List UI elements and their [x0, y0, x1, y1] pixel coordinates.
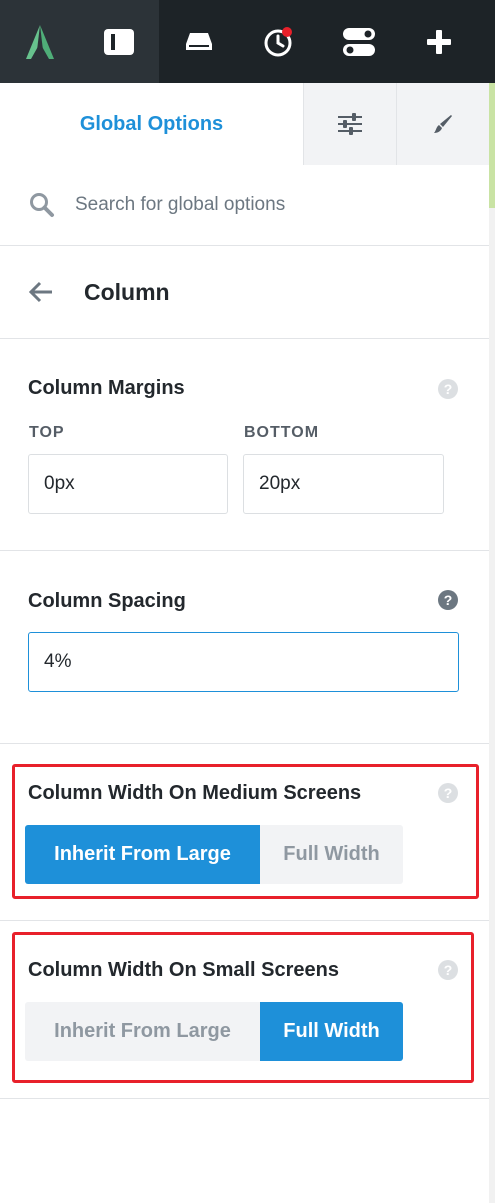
scrollbar-track[interactable]	[489, 83, 495, 1203]
column-margins-section: Column Margins ? TOP BOTTOM 0px 20px	[0, 339, 489, 551]
drawer-icon	[186, 32, 212, 50]
tab-settings[interactable]	[303, 83, 396, 165]
help-icon[interactable]: ?	[438, 379, 458, 399]
highlight-box-medium	[12, 764, 479, 899]
avada-logo-icon[interactable]	[0, 0, 79, 83]
history-button[interactable]	[239, 0, 319, 83]
brush-icon	[434, 115, 452, 133]
column-margins-label: Column Margins	[28, 377, 185, 399]
tab-global-options[interactable]: Global Options	[0, 83, 303, 165]
sliders-icon	[338, 113, 362, 135]
help-icon[interactable]: ?	[438, 590, 458, 610]
margin-top-field[interactable]: 0px	[28, 454, 228, 514]
breadcrumb: Column	[0, 246, 489, 339]
bottom-label: BOTTOM	[244, 424, 320, 441]
scrollbar-thumb[interactable]	[489, 83, 495, 208]
search-bar	[0, 165, 489, 246]
toggles-button[interactable]	[319, 0, 399, 83]
tab-style[interactable]	[396, 83, 489, 165]
toggles-icon	[343, 27, 375, 56]
column-spacing-label: Column Spacing	[28, 590, 186, 612]
plus-icon	[427, 29, 451, 54]
top-toolbar	[0, 0, 495, 83]
sidebar-panel-icon	[104, 28, 134, 55]
sidebar-tabs: Global Options	[0, 83, 489, 165]
margin-bottom-field[interactable]: 20px	[243, 454, 444, 514]
top-label: TOP	[29, 424, 65, 441]
column-spacing-section: Column Spacing ? 4%	[0, 551, 489, 744]
add-button[interactable]	[399, 0, 479, 83]
search-icon	[30, 193, 54, 217]
back-arrow-icon[interactable]	[28, 281, 54, 303]
highlight-box-small	[12, 932, 474, 1083]
drawer-button[interactable]	[159, 0, 239, 83]
sidebar-panel-button[interactable]	[79, 0, 159, 83]
search-input[interactable]	[75, 194, 455, 216]
history-icon	[264, 26, 292, 56]
column-spacing-field[interactable]: 4%	[28, 632, 459, 692]
page-title: Column	[84, 278, 170, 305]
